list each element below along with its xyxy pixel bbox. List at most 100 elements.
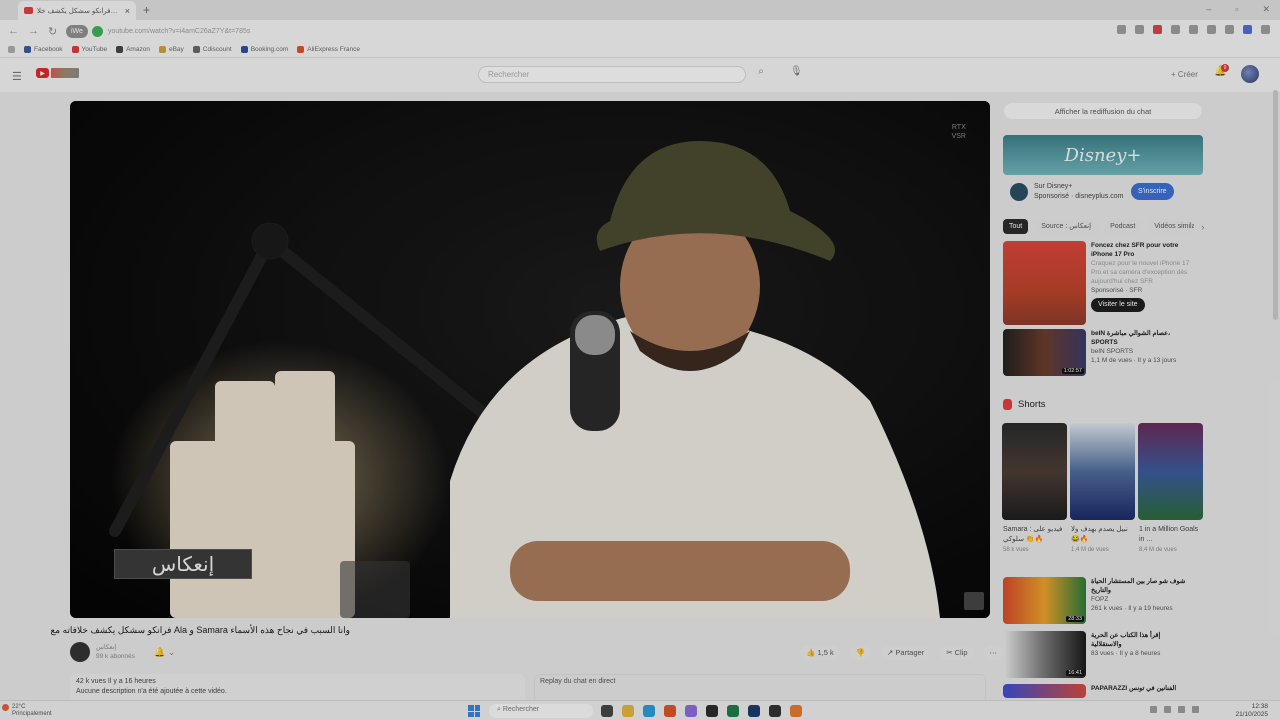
extension-icon[interactable] (1171, 25, 1180, 34)
video-card-title: شوف شو صار بين المستشار الحياة والتاريخ (1091, 578, 1186, 594)
extension-icon[interactable] (1225, 25, 1234, 34)
short-item[interactable]: 1 in a Million Goals in ... 8,4 M de vues (1139, 525, 1204, 555)
channel-avatar[interactable] (70, 642, 90, 662)
bookmark-booking[interactable]: Booking.com (240, 46, 288, 53)
chip-similar[interactable]: Vidéos similaires (1148, 219, 1195, 234)
chip-podcast[interactable]: Podcast (1104, 219, 1142, 234)
disney-ad-banner[interactable]: Disney+ (1003, 135, 1203, 175)
short-item[interactable]: نبيل يصدم بهدف ولا 😂🔥 1,4 M de vues (1071, 525, 1136, 555)
close-tab-icon[interactable]: × (125, 6, 130, 16)
clip-button[interactable]: ✂ Clip (940, 646, 974, 660)
start-button[interactable] (468, 705, 480, 717)
ad-title: Sur Disney+ (1034, 183, 1073, 190)
file-explorer-icon[interactable] (622, 705, 634, 717)
video-card[interactable]: 16:41 إقرأ هذا الكتاب عن الحرية والاستقل… (1003, 631, 1191, 678)
subscribe-button[interactable]: S'inscrire (1131, 183, 1174, 200)
video-player[interactable]: RTX VSR إنعكاس (70, 101, 990, 618)
edge-icon[interactable] (643, 705, 655, 717)
app-icon[interactable] (706, 705, 718, 717)
browser-tab[interactable]: فرانكو سشكل يكشف خلا… × (18, 1, 136, 20)
steam-icon[interactable] (748, 705, 760, 717)
weather-widget[interactable]: 22°C Principalement (12, 704, 52, 718)
bookmark-cdiscount[interactable]: Cdiscount (192, 46, 232, 53)
apps-icon[interactable] (8, 46, 15, 53)
short-thumbnail[interactable] (1070, 423, 1135, 520)
youtube-logo[interactable]: ▶ (36, 68, 79, 78)
video-card[interactable]: 1:02:57 beIN عصام الشوالي مباشرة، SPORTS… (1003, 329, 1191, 376)
taskbar-search[interactable]: ⌕ Rechercher (489, 704, 593, 718)
extension-icon[interactable] (1207, 25, 1216, 34)
video-actions: 👍 1,5 k 👎 ↗ Partager ✂ Clip ⋯ (800, 646, 1003, 660)
bookmark-youtube[interactable]: YouTube (71, 46, 107, 53)
profile-pill[interactable]: iWe (66, 24, 88, 38)
sfr-ad-card[interactable]: Foncez chez SFR pour votre iPhone 17 Pro… (1003, 241, 1191, 325)
ad-avatar (1010, 183, 1028, 201)
more-icon[interactable]: ⋯ (983, 646, 1003, 660)
forward-icon[interactable]: → (28, 25, 40, 37)
task-view-icon[interactable] (601, 705, 613, 717)
chrome-icon[interactable] (664, 705, 676, 717)
avatar[interactable] (1241, 65, 1259, 83)
chat-replay-title: Replay du chat en direct (540, 678, 616, 685)
reload-icon[interactable]: ↻ (48, 25, 60, 38)
extension-icon[interactable] (1189, 25, 1198, 34)
show-chat-replay-button[interactable]: Afficher la rediffusion du chat (1003, 102, 1203, 120)
subscribe-bell-icon[interactable]: 🔔 ⌄ (154, 647, 175, 658)
app-icon[interactable] (790, 705, 802, 717)
secure-icon[interactable] (91, 25, 103, 37)
bookmark-facebook[interactable]: Facebook (24, 46, 63, 53)
channel-name[interactable]: إنعكاس (96, 643, 135, 652)
star-icon[interactable] (1135, 25, 1144, 34)
video-card[interactable]: PAPARAZZI الفنانين في تونس (1003, 684, 1191, 698)
microphone-icon[interactable]: 🎙 (790, 66, 803, 77)
ad-sponsor: Sponsorisé · disneyplus.com (1034, 193, 1124, 200)
battery-icon[interactable] (1192, 706, 1199, 713)
url-field[interactable]: youtube.com/watch?v=i4amC26aZ7Y&t=785s (108, 28, 250, 35)
volume-icon[interactable] (1178, 706, 1185, 713)
search-icon[interactable]: ⌕ (748, 66, 774, 83)
menu-icon[interactable] (1261, 25, 1270, 34)
maximize-icon[interactable]: ▫ (1235, 4, 1238, 15)
ad-card-title: Foncez chez SFR pour votre iPhone 17 Pro (1091, 242, 1179, 258)
scrollbar[interactable] (1273, 90, 1278, 320)
search-input[interactable]: Rechercher (478, 66, 746, 83)
minimize-icon[interactable]: – (1206, 4, 1211, 15)
bookmark-amazon[interactable]: Amazon (116, 46, 150, 53)
extension-icon[interactable] (1243, 25, 1252, 34)
bookmark-aliexpress[interactable]: AliExpress France (297, 46, 360, 53)
share-button[interactable]: ↗ Partager (881, 646, 931, 660)
extension-icon[interactable] (1153, 25, 1162, 34)
chevron-right-icon[interactable]: › (1201, 222, 1204, 232)
app-icon[interactable] (769, 705, 781, 717)
dislike-button[interactable]: 👎 (849, 646, 872, 660)
app-icon[interactable] (727, 705, 739, 717)
fullscreen-icon[interactable] (964, 592, 984, 610)
video-thumbnail (1003, 684, 1086, 698)
window-controls: – ▫ ✕ (1206, 4, 1270, 15)
new-tab-icon[interactable]: + (143, 3, 150, 17)
app-icon[interactable] (685, 705, 697, 717)
video-card-title: beIN عصام الشوالي مباشرة، SPORTS (1091, 330, 1171, 346)
chip-all[interactable]: Tout (1003, 219, 1029, 234)
short-item[interactable]: Samara : فيديو على سلوكي 👏🔥 58 k vues (1003, 525, 1068, 555)
like-button[interactable]: 👍 1,5 k (800, 646, 840, 660)
clock[interactable]: 12:38 21/10/2025 (1235, 703, 1268, 719)
close-window-icon[interactable]: ✕ (1262, 4, 1270, 15)
video-frame (70, 101, 990, 618)
short-thumbnail[interactable] (1138, 423, 1203, 520)
visit-site-button[interactable]: Visiter le site (1091, 298, 1145, 312)
hamburger-menu-icon[interactable]: ☰ (12, 70, 22, 83)
shorts-header: Shorts (1003, 399, 1045, 410)
video-duration: 1:02:57 (1061, 368, 1084, 374)
wifi-icon[interactable] (1164, 706, 1171, 713)
short-thumbnail[interactable] (1002, 423, 1067, 520)
create-button[interactable]: + Créer (1163, 66, 1206, 83)
cast-icon[interactable] (1117, 25, 1126, 34)
shorts-row (1002, 423, 1203, 520)
tray-icon[interactable] (1150, 706, 1157, 713)
back-icon[interactable]: ← (8, 25, 20, 37)
chip-source[interactable]: Source : إنعكاس (1035, 219, 1098, 234)
bookmark-ebay[interactable]: eBay (158, 46, 184, 53)
filter-chips: Tout Source : إنعكاس Podcast Vidéos simi… (1003, 219, 1204, 234)
video-card[interactable]: 28:33 شوف شو صار بين المستشار الحياة وال… (1003, 577, 1191, 624)
